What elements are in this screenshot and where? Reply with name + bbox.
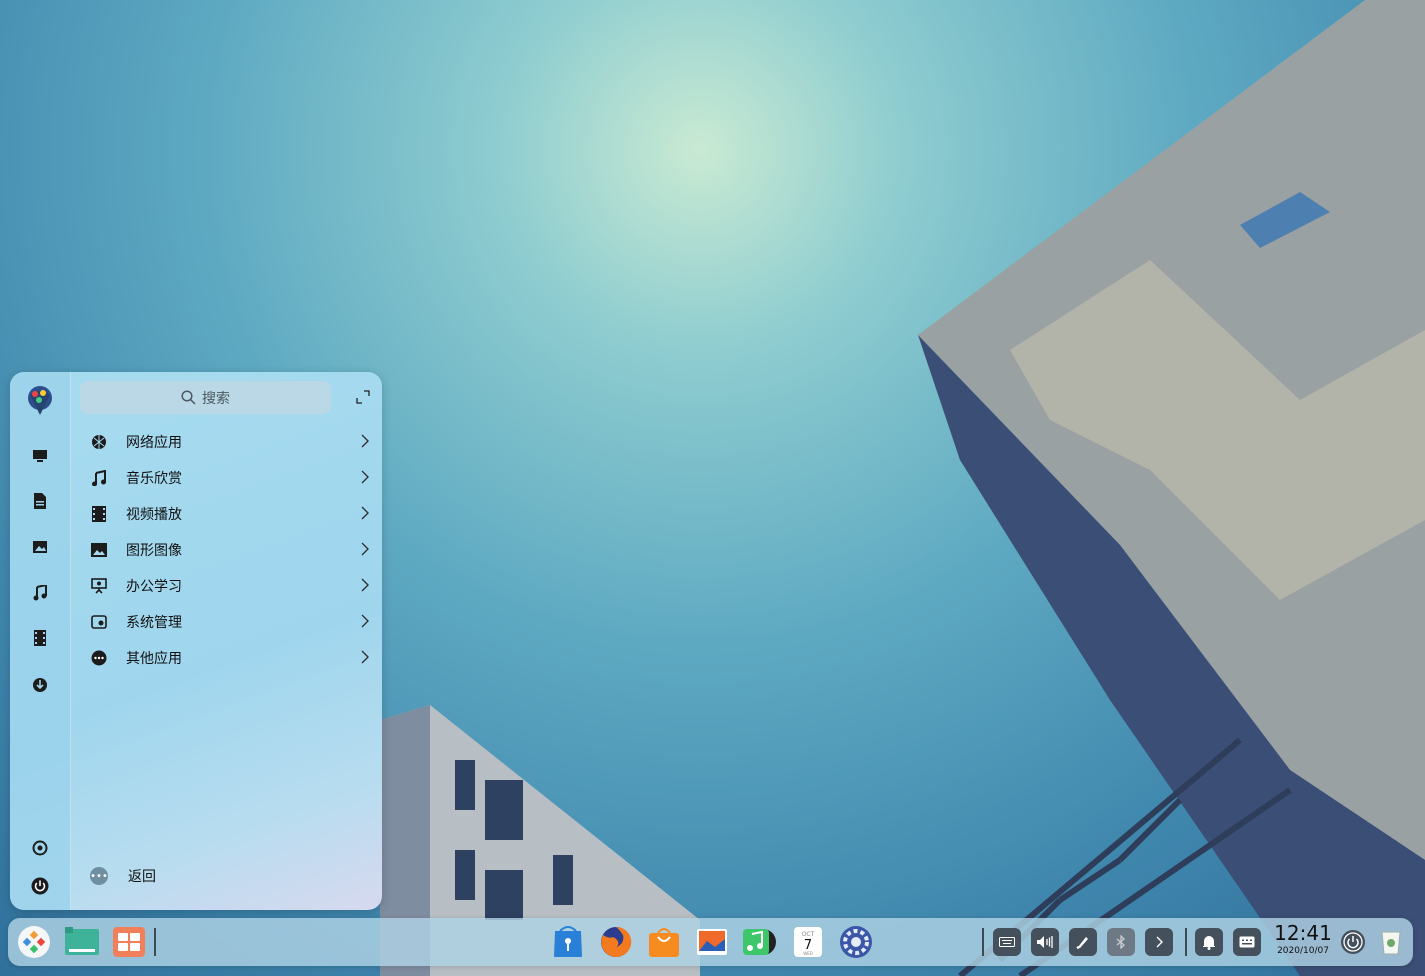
category-label: 视频播放 [126, 507, 182, 523]
taskbar-separator [982, 928, 984, 956]
start-menu: 搜索 网络应用 音乐欣赏 视频播放 图形图像 办公学习 系统管理 其他应用 ••… [10, 372, 382, 910]
image-icon [90, 541, 108, 559]
calendar-weekday: WED [803, 951, 813, 956]
keyboard-layout-icon[interactable] [1233, 928, 1261, 956]
picture-icon[interactable] [30, 537, 50, 557]
system-settings-icon[interactable] [838, 924, 874, 960]
category-label: 其他应用 [126, 651, 182, 667]
chevron-right-icon [361, 614, 369, 628]
chevron-right-icon [361, 650, 369, 664]
file-manager-icon[interactable] [64, 924, 100, 960]
shutdown-icon[interactable] [1339, 928, 1367, 956]
music-player-icon[interactable] [741, 924, 777, 960]
back-label: 返回 [128, 869, 156, 885]
computer-icon[interactable] [30, 446, 50, 466]
category-video[interactable]: 视频播放 [88, 499, 372, 529]
power-icon[interactable] [30, 876, 50, 896]
keyboard-icon[interactable] [993, 928, 1021, 956]
document-icon[interactable] [30, 491, 50, 511]
calendar-icon[interactable]: OCT 7 WED [790, 924, 826, 960]
image-viewer-icon[interactable] [694, 924, 730, 960]
taskbar-separator [1185, 928, 1187, 956]
category-office[interactable]: 办公学习 [88, 571, 372, 601]
search-input[interactable]: 搜索 [80, 381, 331, 414]
presentation-icon [90, 577, 108, 595]
trash-icon[interactable] [1377, 928, 1405, 956]
clock-time: 12:41 [1274, 921, 1332, 945]
avatar-balloon-icon [28, 386, 52, 415]
more-dots-icon: ••• [90, 867, 108, 885]
clock-date: 2020/10/07 [1277, 946, 1329, 956]
chevron-right-icon [361, 578, 369, 592]
multitask-view-icon[interactable] [111, 924, 147, 960]
expand-fullscreen-icon[interactable] [356, 390, 370, 404]
category-label: 系统管理 [126, 615, 182, 631]
search-placeholder: 搜索 [202, 390, 230, 407]
app-store-icon[interactable] [550, 924, 586, 960]
system-settings-icon [90, 613, 108, 631]
video-icon[interactable] [30, 628, 50, 648]
more-dots-icon [90, 649, 108, 667]
category-network-apps[interactable]: 网络应用 [88, 427, 372, 457]
chevron-right-icon [361, 542, 369, 556]
category-label: 图形图像 [126, 543, 182, 559]
film-icon [90, 505, 108, 523]
shopping-bag-icon[interactable] [646, 924, 682, 960]
chevron-right-icon [361, 434, 369, 448]
category-other[interactable]: 其他应用 [88, 643, 372, 673]
back-button[interactable]: ••• 返回 [90, 866, 156, 886]
pen-icon[interactable] [1069, 928, 1097, 956]
globe-icon [90, 433, 108, 451]
chevron-right-icon [361, 506, 369, 520]
launcher-icon[interactable] [16, 924, 52, 960]
chevron-right-icon [361, 470, 369, 484]
launcher-sidebar [10, 372, 71, 910]
calendar-month: OCT [802, 931, 815, 938]
clock[interactable]: 12:41 2020/10/07 [1270, 921, 1336, 957]
category-graphics[interactable]: 图形图像 [88, 535, 372, 565]
category-label: 网络应用 [126, 435, 182, 451]
firefox-icon[interactable] [598, 924, 634, 960]
chevron-right-icon[interactable] [1145, 928, 1173, 956]
search-icon [181, 390, 196, 405]
category-label: 办公学习 [126, 579, 182, 595]
user-avatar[interactable] [23, 384, 57, 418]
bluetooth-icon[interactable] [1107, 928, 1135, 956]
music-note-icon [90, 469, 108, 487]
settings-icon[interactable] [30, 838, 50, 858]
category-system[interactable]: 系统管理 [88, 607, 372, 637]
volume-icon[interactable] [1031, 928, 1059, 956]
download-icon[interactable] [30, 675, 50, 695]
category-music[interactable]: 音乐欣赏 [88, 463, 372, 493]
notification-bell-icon[interactable] [1195, 928, 1223, 956]
music-icon[interactable] [30, 583, 50, 603]
category-label: 音乐欣赏 [126, 471, 182, 487]
taskbar: OCT 7 WED 12:41 2020/10/07 [8, 918, 1413, 966]
taskbar-separator [154, 928, 156, 956]
